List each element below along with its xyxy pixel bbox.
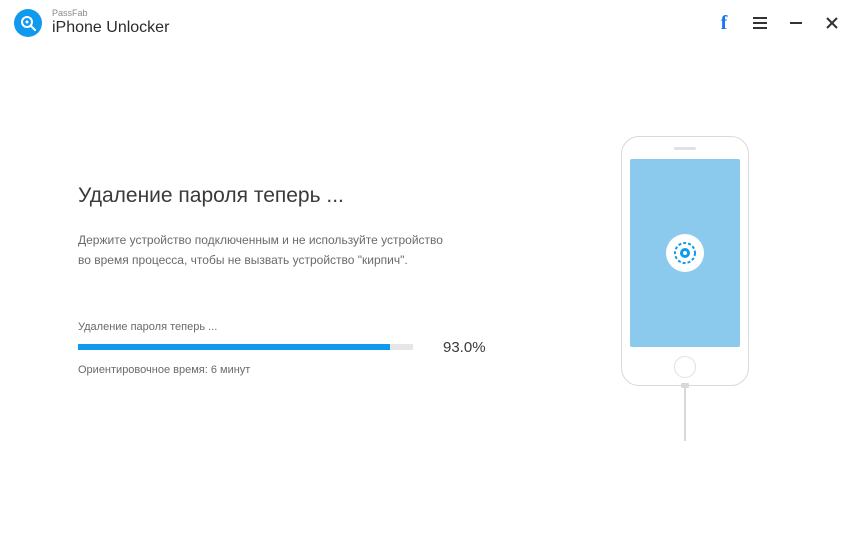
phone-illustration	[621, 136, 749, 386]
instruction-text: Держите устройство подключенным и не исп…	[78, 230, 458, 271]
minimize-button[interactable]	[787, 14, 805, 32]
facebook-icon[interactable]: f	[715, 14, 733, 32]
brand-name: PassFab	[52, 9, 169, 19]
phone-speaker-icon	[674, 147, 696, 150]
page-heading: Удаление пароля теперь ...	[78, 184, 525, 208]
progress-label: Удаление пароля теперь ...	[78, 321, 525, 333]
menu-icon[interactable]	[751, 14, 769, 32]
titlebar-right: f	[715, 14, 841, 32]
content: Удаление пароля теперь ... Держите устро…	[0, 46, 855, 441]
spinner-icon	[666, 234, 704, 272]
cable-icon	[684, 386, 686, 441]
titlebar-text: PassFab iPhone Unlocker	[52, 9, 169, 36]
progress-bar	[78, 344, 413, 350]
progress-percent: 93.0%	[443, 339, 486, 356]
close-button[interactable]	[823, 14, 841, 32]
right-panel	[585, 96, 785, 441]
titlebar-left: PassFab iPhone Unlocker	[14, 9, 169, 37]
app-name: iPhone Unlocker	[52, 19, 169, 37]
home-button-icon	[674, 356, 696, 378]
app-logo-icon	[14, 9, 42, 37]
eta-text: Ориентировочное время: 6 минут	[78, 364, 525, 376]
left-panel: Удаление пароля теперь ... Держите устро…	[78, 96, 525, 441]
progress-row: 93.0%	[78, 339, 525, 356]
titlebar: PassFab iPhone Unlocker f	[0, 0, 855, 46]
phone-screen	[630, 159, 740, 347]
progress-fill	[78, 344, 390, 350]
